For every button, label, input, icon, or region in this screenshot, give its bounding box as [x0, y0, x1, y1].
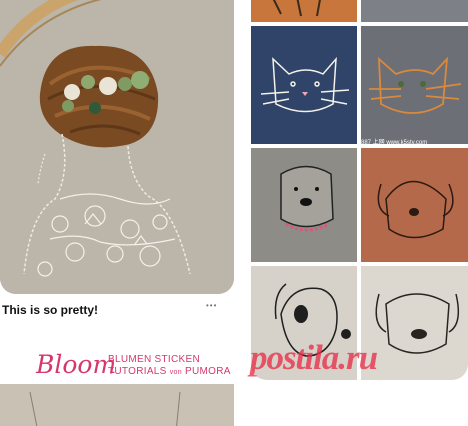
bloom-subtitle-tutorials: TUTORIALS: [108, 366, 167, 377]
bloom-subtitle-brand: PUMORA: [185, 366, 231, 377]
embroidered-woman-hair-bun-icon: [0, 0, 234, 294]
embroidered-cats-and-dogs-grid-icon: [251, 0, 468, 380]
pin-title[interactable]: This is so pretty!: [2, 303, 98, 317]
bloom-subtitle-by: von: [169, 369, 182, 376]
more-options-button[interactable]: •••: [206, 301, 217, 310]
pin-card-embroidered-woman[interactable]: This is so pretty! •••: [0, 0, 234, 330]
bloom-logo: Bloom: [36, 350, 117, 379]
bloom-subtitle-line2: TUTORIALS von PUMORA: [108, 366, 231, 378]
bloom-subtitle-line1: BLUMEN STICKEN: [108, 354, 200, 365]
source-site-label: 887 上网 www.k5sty.com: [361, 140, 428, 146]
pin-image[interactable]: [0, 0, 234, 294]
needle-icon: [29, 391, 181, 426]
pin-image[interactable]: [251, 0, 468, 380]
pin-card-embroidered-animals[interactable]: 887 上网 www.k5sty.com postila.ru: [250, 0, 468, 380]
pin-card-bloom-tutorial[interactable]: Bloom BLUMEN STICKEN TUTORIALS von PUMOR…: [0, 346, 234, 426]
postila-watermark: postila.ru: [250, 338, 378, 377]
